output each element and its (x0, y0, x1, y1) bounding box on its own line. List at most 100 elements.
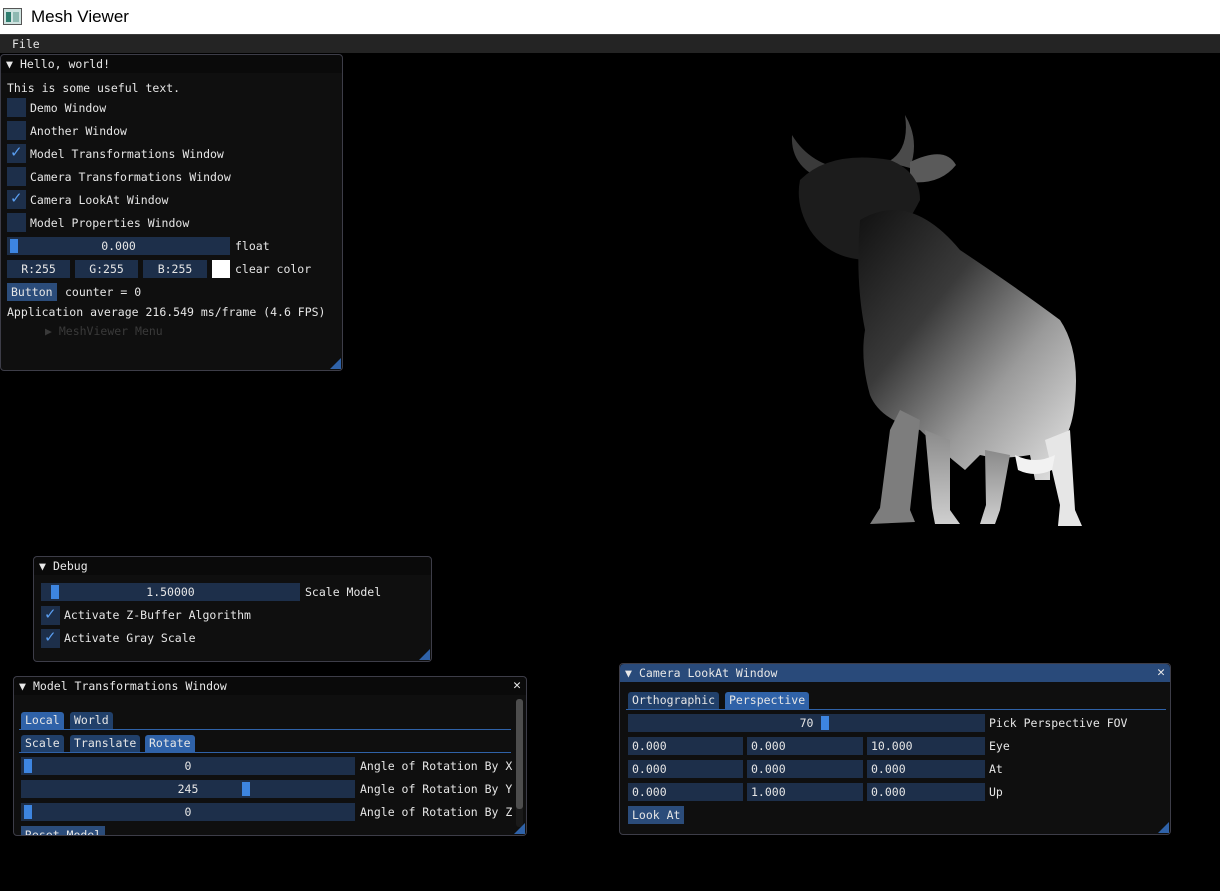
scrollbar-track[interactable] (516, 699, 523, 827)
color-swatch[interactable] (212, 260, 230, 278)
hello-window-header[interactable]: ▼ Hello, world! (1, 55, 342, 73)
at-label: At (989, 762, 1003, 776)
fov-slider[interactable]: 70 (628, 714, 985, 732)
look-at-button[interactable]: Look At (628, 806, 685, 824)
at-y-value: 0.000 (751, 762, 786, 776)
meshviewer-menu-node[interactable]: ▶ MeshViewer Menu (45, 324, 163, 338)
up-y-field[interactable]: 1.000 (747, 783, 863, 801)
checkbox-box[interactable]: ✓ (41, 605, 60, 625)
eye-z-value: 10.000 (871, 739, 913, 753)
color-r-field[interactable]: R:255 (7, 260, 70, 278)
resize-grip[interactable] (514, 823, 525, 834)
slider-grab[interactable] (10, 239, 18, 253)
at-z-field[interactable]: 0.000 (867, 760, 985, 778)
camera-window-title: Camera LookAt Window (639, 666, 778, 680)
checkbox-box[interactable] (7, 167, 26, 186)
checkbox-box[interactable] (7, 121, 26, 140)
rotation-y-label: Angle of Rotation By Y (360, 782, 513, 796)
collapse-triangle-icon[interactable]: ▼ (6, 57, 13, 71)
resize-grip[interactable] (1158, 822, 1169, 833)
checkbox-label: Camera LookAt Window (30, 193, 169, 207)
camera-lookat-window[interactable]: ▼ Camera LookAt Window ✕ Orthographic Pe… (619, 663, 1171, 835)
useful-text: This is some useful text. (7, 81, 181, 95)
tab-divider (626, 709, 1166, 710)
eye-x-field[interactable]: 0.000 (628, 737, 743, 755)
hello-window[interactable]: ▼ Hello, world! This is some useful text… (0, 54, 343, 371)
menu-bar: File (0, 34, 1220, 53)
model-transformations-window[interactable]: ▼ Model Transformations Window ✕ Local W… (13, 676, 527, 836)
collapse-triangle-icon[interactable]: ▼ (625, 666, 632, 680)
model-window-header[interactable]: ▼ Model Transformations Window ✕ (14, 677, 526, 695)
scale-model-slider[interactable]: 1.50000 (41, 583, 300, 601)
eye-x-value: 0.000 (632, 739, 667, 753)
eye-label: Eye (989, 739, 1010, 753)
checkbox-box[interactable]: ✓ (41, 628, 60, 648)
close-icon[interactable]: ✕ (513, 678, 521, 693)
rotation-y-value: 245 (177, 782, 199, 796)
slider-grab[interactable] (24, 759, 32, 773)
checkbox-box[interactable]: ✓ (7, 189, 26, 209)
rotation-y-slider[interactable]: 245 (21, 780, 355, 798)
checkbox-label: Model Transformations Window (30, 147, 224, 161)
fov-label: Pick Perspective FOV (989, 716, 1128, 730)
hello-window-title: Hello, world! (20, 57, 111, 71)
rotation-x-slider[interactable]: 0 (21, 757, 355, 775)
up-z-field[interactable]: 0.000 (867, 783, 985, 801)
tab-orthographic[interactable]: Orthographic (628, 692, 720, 709)
float-label: float (235, 239, 270, 253)
checkbox-box[interactable]: ✓ (7, 143, 26, 163)
checkbox-label: Demo Window (30, 101, 107, 115)
eye-z-field[interactable]: 10.000 (867, 737, 985, 755)
rotation-x-value: 0 (184, 759, 192, 773)
tab-world[interactable]: World (70, 712, 113, 729)
tab-rotate[interactable]: Rotate (145, 735, 195, 752)
tab-perspective[interactable]: Perspective (725, 692, 810, 709)
resize-grip[interactable] (330, 358, 341, 369)
up-x-value: 0.000 (632, 785, 667, 799)
cow-mesh-render (791, 115, 1082, 526)
up-z-value: 0.000 (871, 785, 906, 799)
tab-divider (19, 729, 511, 730)
rotation-z-slider[interactable]: 0 (21, 803, 355, 821)
tab-divider (19, 752, 511, 753)
up-label: Up (989, 785, 1003, 799)
checkmark-icon: ✓ (44, 628, 57, 646)
checkbox-box[interactable] (7, 213, 26, 232)
button[interactable]: Button (7, 283, 57, 301)
collapse-triangle-icon[interactable]: ▼ (39, 559, 46, 573)
at-y-field[interactable]: 0.000 (747, 760, 863, 778)
debug-window-header[interactable]: ▼ Debug (34, 557, 431, 575)
slider-grab[interactable] (242, 782, 250, 796)
tab-translate[interactable]: Translate (70, 735, 141, 752)
tab-scale[interactable]: Scale (21, 735, 64, 752)
rotation-z-label: Angle of Rotation By Z (360, 805, 513, 819)
eye-y-value: 0.000 (751, 739, 786, 753)
rotation-x-label: Angle of Rotation By X (360, 759, 513, 773)
eye-y-field[interactable]: 0.000 (747, 737, 863, 755)
resize-grip[interactable] (419, 649, 430, 660)
menu-file[interactable]: File (6, 37, 46, 51)
color-b-field[interactable]: B:255 (143, 260, 207, 278)
collapse-triangle-icon[interactable]: ▼ (19, 679, 26, 693)
meshviewer-menu-label: MeshViewer Menu (58, 324, 163, 338)
camera-window-header[interactable]: ▼ Camera LookAt Window ✕ (620, 664, 1170, 682)
float-slider[interactable]: 0.000 (7, 237, 230, 255)
checkmark-icon: ✓ (10, 143, 23, 161)
slider-grab[interactable] (51, 585, 59, 599)
debug-window[interactable]: ▼ Debug 1.50000 Scale Model ✓ Activate Z… (33, 556, 432, 662)
app-icon (3, 8, 22, 25)
reset-model-button[interactable]: Reset Model (21, 826, 106, 835)
scale-model-label: Scale Model (305, 585, 382, 599)
checkbox-box[interactable] (7, 98, 26, 117)
rotation-z-value: 0 (184, 805, 192, 819)
color-g-field[interactable]: G:255 (75, 260, 138, 278)
close-icon[interactable]: ✕ (1157, 665, 1165, 680)
checkbox-label: Activate Gray Scale (64, 631, 196, 645)
up-x-field[interactable]: 0.000 (628, 783, 743, 801)
checkmark-icon: ✓ (44, 605, 57, 623)
slider-grab[interactable] (24, 805, 32, 819)
tab-local[interactable]: Local (21, 712, 64, 729)
slider-grab[interactable] (821, 716, 829, 730)
at-x-field[interactable]: 0.000 (628, 760, 743, 778)
scrollbar-thumb[interactable] (516, 699, 523, 809)
